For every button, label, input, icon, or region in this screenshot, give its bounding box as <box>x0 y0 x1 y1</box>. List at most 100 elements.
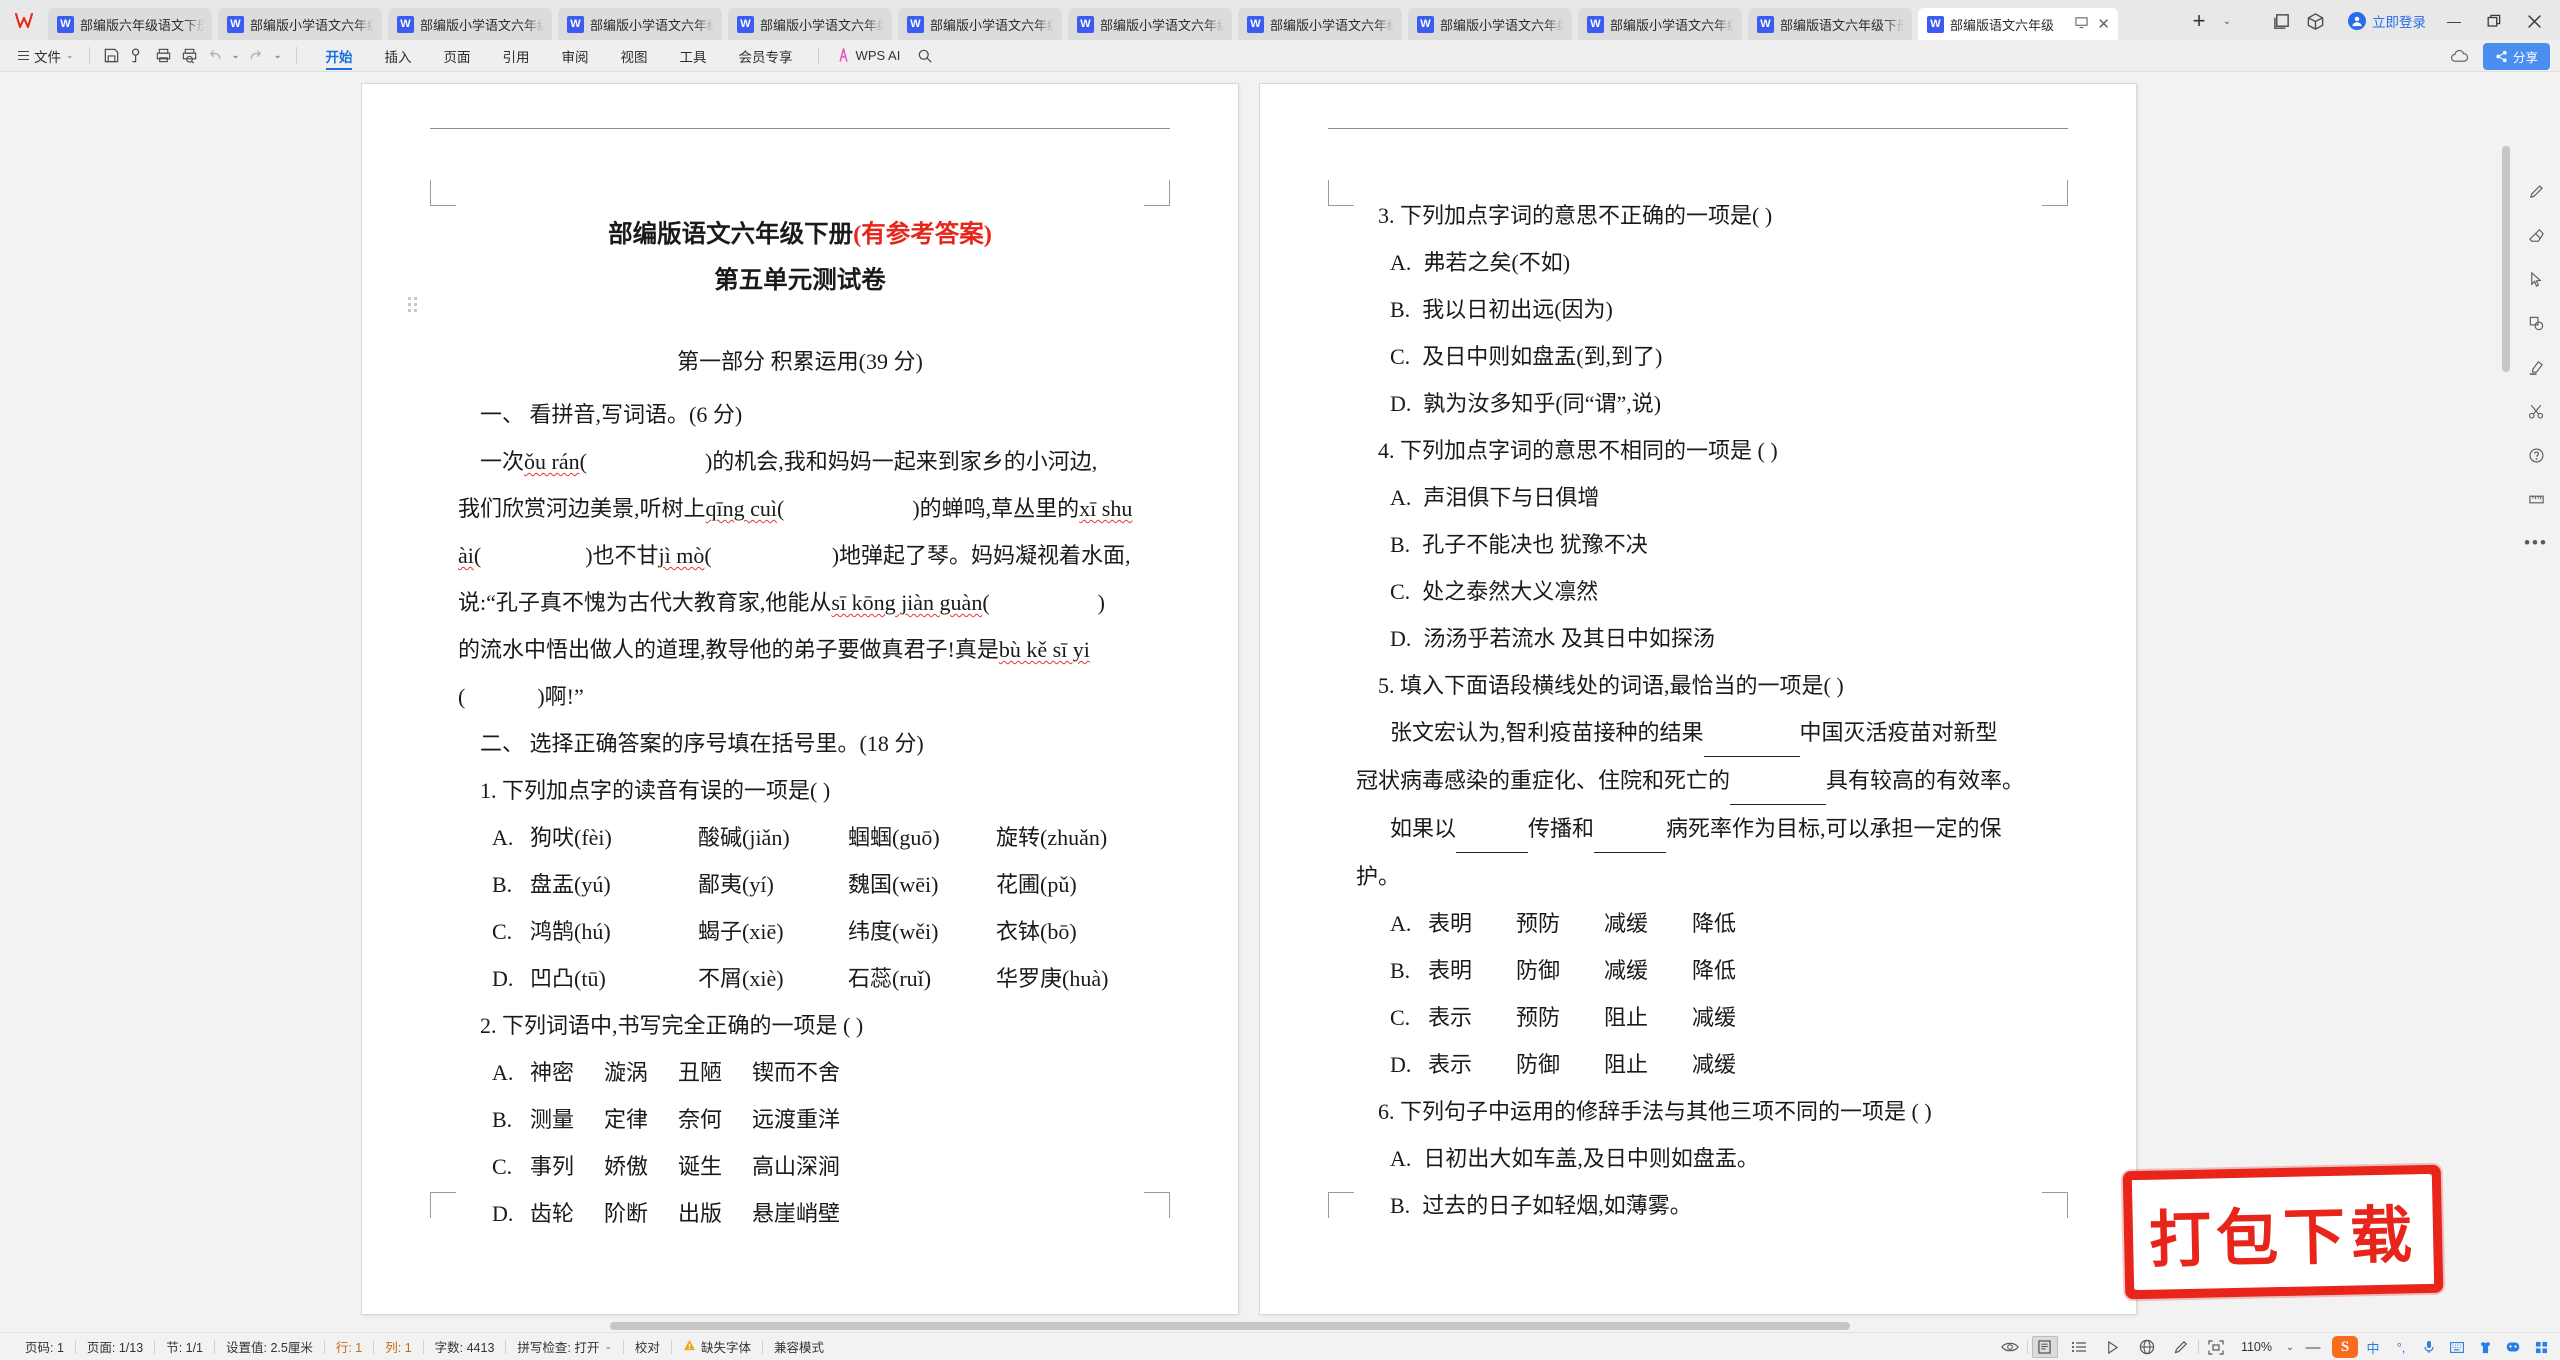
keyboard-icon[interactable] <box>2444 1336 2470 1358</box>
ribbon-tab-会员专享[interactable]: 会员专享 <box>723 40 809 72</box>
pen-tool-icon[interactable] <box>2523 180 2549 202</box>
paragraph-handle-icon[interactable] <box>408 297 417 312</box>
print-icon[interactable] <box>151 44 177 68</box>
document-tabs[interactable]: W部编版六年级语文下册第✕W部编版小学语文六年级下✕W部编版小学语文六年级下✕W… <box>48 0 2176 40</box>
document-page-2[interactable]: 3. 下列加点字词的意思不正确的一项是( ) A. 弗若之矣(不如) B. 我以日初出… <box>1260 84 2136 1314</box>
ribbon-tab-视图[interactable]: 视图 <box>605 40 664 72</box>
apps-grid-icon[interactable] <box>2528 1336 2554 1358</box>
edit-view-icon[interactable] <box>2164 1335 2198 1359</box>
status-item[interactable]: 列: 1 <box>374 1337 422 1356</box>
status-item[interactable]: 拼写检查: 打开 ⌄ <box>506 1337 623 1356</box>
zoom-level-label[interactable]: 110% <box>2233 1340 2280 1354</box>
close-icon[interactable] <box>2514 6 2554 36</box>
wps-ai-button[interactable]: WPS AI <box>828 48 909 63</box>
option-label: A. <box>1390 1146 1412 1171</box>
undo-icon[interactable] <box>203 44 229 68</box>
chevron-down-icon[interactable]: ⌄ <box>604 1341 612 1352</box>
emoji-icon[interactable] <box>2500 1336 2526 1358</box>
status-item[interactable]: 设置值: 2.5厘米 <box>215 1337 324 1356</box>
monitor-icon[interactable] <box>2075 16 2089 32</box>
ruler-icon[interactable] <box>2523 488 2549 510</box>
save-icon[interactable] <box>99 44 125 68</box>
web-view-icon[interactable] <box>2130 1335 2164 1359</box>
page-view-icon[interactable] <box>2031 1336 2058 1358</box>
status-item-label: 拼写检查: 打开 <box>517 1341 600 1355</box>
vertical-scrollbar-thumb[interactable] <box>2502 146 2510 372</box>
redo-icon[interactable] <box>243 44 269 68</box>
more-icon[interactable]: ••• <box>2523 532 2549 554</box>
highlight-icon[interactable] <box>2523 356 2549 378</box>
undo-dropdown-icon[interactable]: ⌄ <box>229 44 243 68</box>
customize-icon[interactable]: ⌄ <box>269 44 287 68</box>
document-tab[interactable]: W部编版小学语文六年级下✕ <box>218 8 382 40</box>
eraser-icon[interactable] <box>2523 224 2549 246</box>
document-workspace[interactable]: 部编版语文六年级下册(有参考答案) 第五单元测试卷 第一部分 积累运用(39 分… <box>0 72 2560 1332</box>
status-item[interactable]: 节: 1/1 <box>155 1337 214 1356</box>
help-icon[interactable] <box>2523 444 2549 466</box>
file-menu-button[interactable]: 文件 ⌄ <box>12 46 80 66</box>
search-icon[interactable] <box>912 44 938 68</box>
horizontal-scrollbar[interactable] <box>0 1320 2500 1332</box>
minus-icon[interactable]: — <box>2300 1339 2326 1356</box>
scissors-icon[interactable] <box>2523 400 2549 422</box>
document-tab[interactable]: W部编版语文六年级下册第✕ <box>1748 8 1912 40</box>
document-tab[interactable]: W部编版小学语文六年级下✕ <box>1238 8 1402 40</box>
eye-icon[interactable] <box>1993 1335 2027 1359</box>
status-item[interactable]: 页码: 1 <box>14 1337 75 1356</box>
restore-icon[interactable] <box>2474 6 2514 36</box>
search-doc-icon[interactable] <box>125 44 151 68</box>
outline-view-icon[interactable] <box>2062 1335 2096 1359</box>
horizontal-scrollbar-thumb[interactable] <box>610 1322 1850 1330</box>
minimize-icon[interactable]: — <box>2434 6 2474 36</box>
chevron-down-icon[interactable]: ⌄ <box>2280 1342 2300 1353</box>
download-stamp-watermark[interactable]: 打包下载 <box>2122 1164 2444 1300</box>
option-item: 表示 <box>1428 1052 1473 1077</box>
ribbon-tab-审阅[interactable]: 审阅 <box>546 40 605 72</box>
ribbon-tab-工具[interactable]: 工具 <box>664 40 723 72</box>
status-item[interactable]: 兼容模式 <box>763 1337 835 1356</box>
close-icon[interactable]: ✕ <box>2097 17 2110 32</box>
document-tab[interactable]: W 部编版语文六年级 ✕ <box>1918 8 2118 40</box>
cursor-icon[interactable] <box>2523 268 2549 290</box>
vertical-scrollbar[interactable] <box>2500 146 2512 1302</box>
microphone-icon[interactable] <box>2416 1336 2442 1358</box>
sogou-icon[interactable]: S <box>2332 1336 2358 1358</box>
plus-icon[interactable]: + <box>2182 6 2216 36</box>
document-tab[interactable]: W部编版小学语文六年级下✕ <box>1068 8 1232 40</box>
document-tab[interactable]: W部编版小学语文六年级下✕ <box>728 8 892 40</box>
pinyin: xī shu <box>1079 496 1133 521</box>
fullscreen-icon[interactable] <box>2199 1335 2233 1359</box>
chevron-down-icon[interactable]: ⌄ <box>2216 6 2238 36</box>
status-item[interactable]: 页面: 1/13 <box>76 1337 154 1356</box>
ribbon-tab-开始[interactable]: 开始 <box>310 40 369 72</box>
login-button[interactable]: 立即登录 <box>2348 11 2426 31</box>
ribbon-tab-引用[interactable]: 引用 <box>487 40 546 72</box>
ribbon-tab-插入[interactable]: 插入 <box>369 40 428 72</box>
document-tab[interactable]: W部编版六年级语文下册第✕ <box>48 8 212 40</box>
cloud-icon[interactable] <box>2447 44 2473 68</box>
reading-view-icon[interactable] <box>2096 1335 2130 1359</box>
q5-stem: 5. 填入下面语段横线处的词语,最恰当的一项是( ) <box>1378 673 1844 698</box>
skin-icon[interactable] <box>2472 1336 2498 1358</box>
wps-logo-icon[interactable] <box>8 4 42 38</box>
document-tab[interactable]: W部编版小学语文六年级下✕ <box>558 8 722 40</box>
share-button[interactable]: 分享 <box>2482 42 2550 70</box>
window-list-icon[interactable] <box>2264 6 2298 36</box>
ribbon-tab-页面[interactable]: 页面 <box>428 40 487 72</box>
cube-icon[interactable] <box>2298 6 2332 36</box>
status-item[interactable]: 行: 1 <box>325 1337 373 1356</box>
punctuation-icon[interactable]: °, <box>2388 1336 2414 1358</box>
document-tab[interactable]: W部编版小学语文六年级下✕ <box>388 8 552 40</box>
document-tab[interactable]: W部编版小学语文六年级下✕ <box>1578 8 1742 40</box>
print-preview-icon[interactable] <box>177 44 203 68</box>
document-page-1[interactable]: 部编版语文六年级下册(有参考答案) 第五单元测试卷 第一部分 积累运用(39 分… <box>362 84 1238 1314</box>
ime-mode-label[interactable]: 中 <box>2360 1336 2386 1358</box>
status-item[interactable]: 校对 <box>624 1337 671 1356</box>
option-text: 孰为汝多知乎(同“谓”,说) <box>1423 391 1662 416</box>
document-tab[interactable]: W部编版小学语文六年级下✕ <box>1408 8 1572 40</box>
shape-icon[interactable] <box>2523 312 2549 334</box>
status-item[interactable]: 缺失字体 <box>672 1337 762 1356</box>
status-item[interactable]: 字数: 4413 <box>424 1337 506 1356</box>
document-tab[interactable]: W部编版小学语文六年级下✕ <box>898 8 1062 40</box>
ribbon-tabs[interactable]: 开始 插入 页面 引用 审阅 视图 工具 会员专享 <box>310 40 809 72</box>
